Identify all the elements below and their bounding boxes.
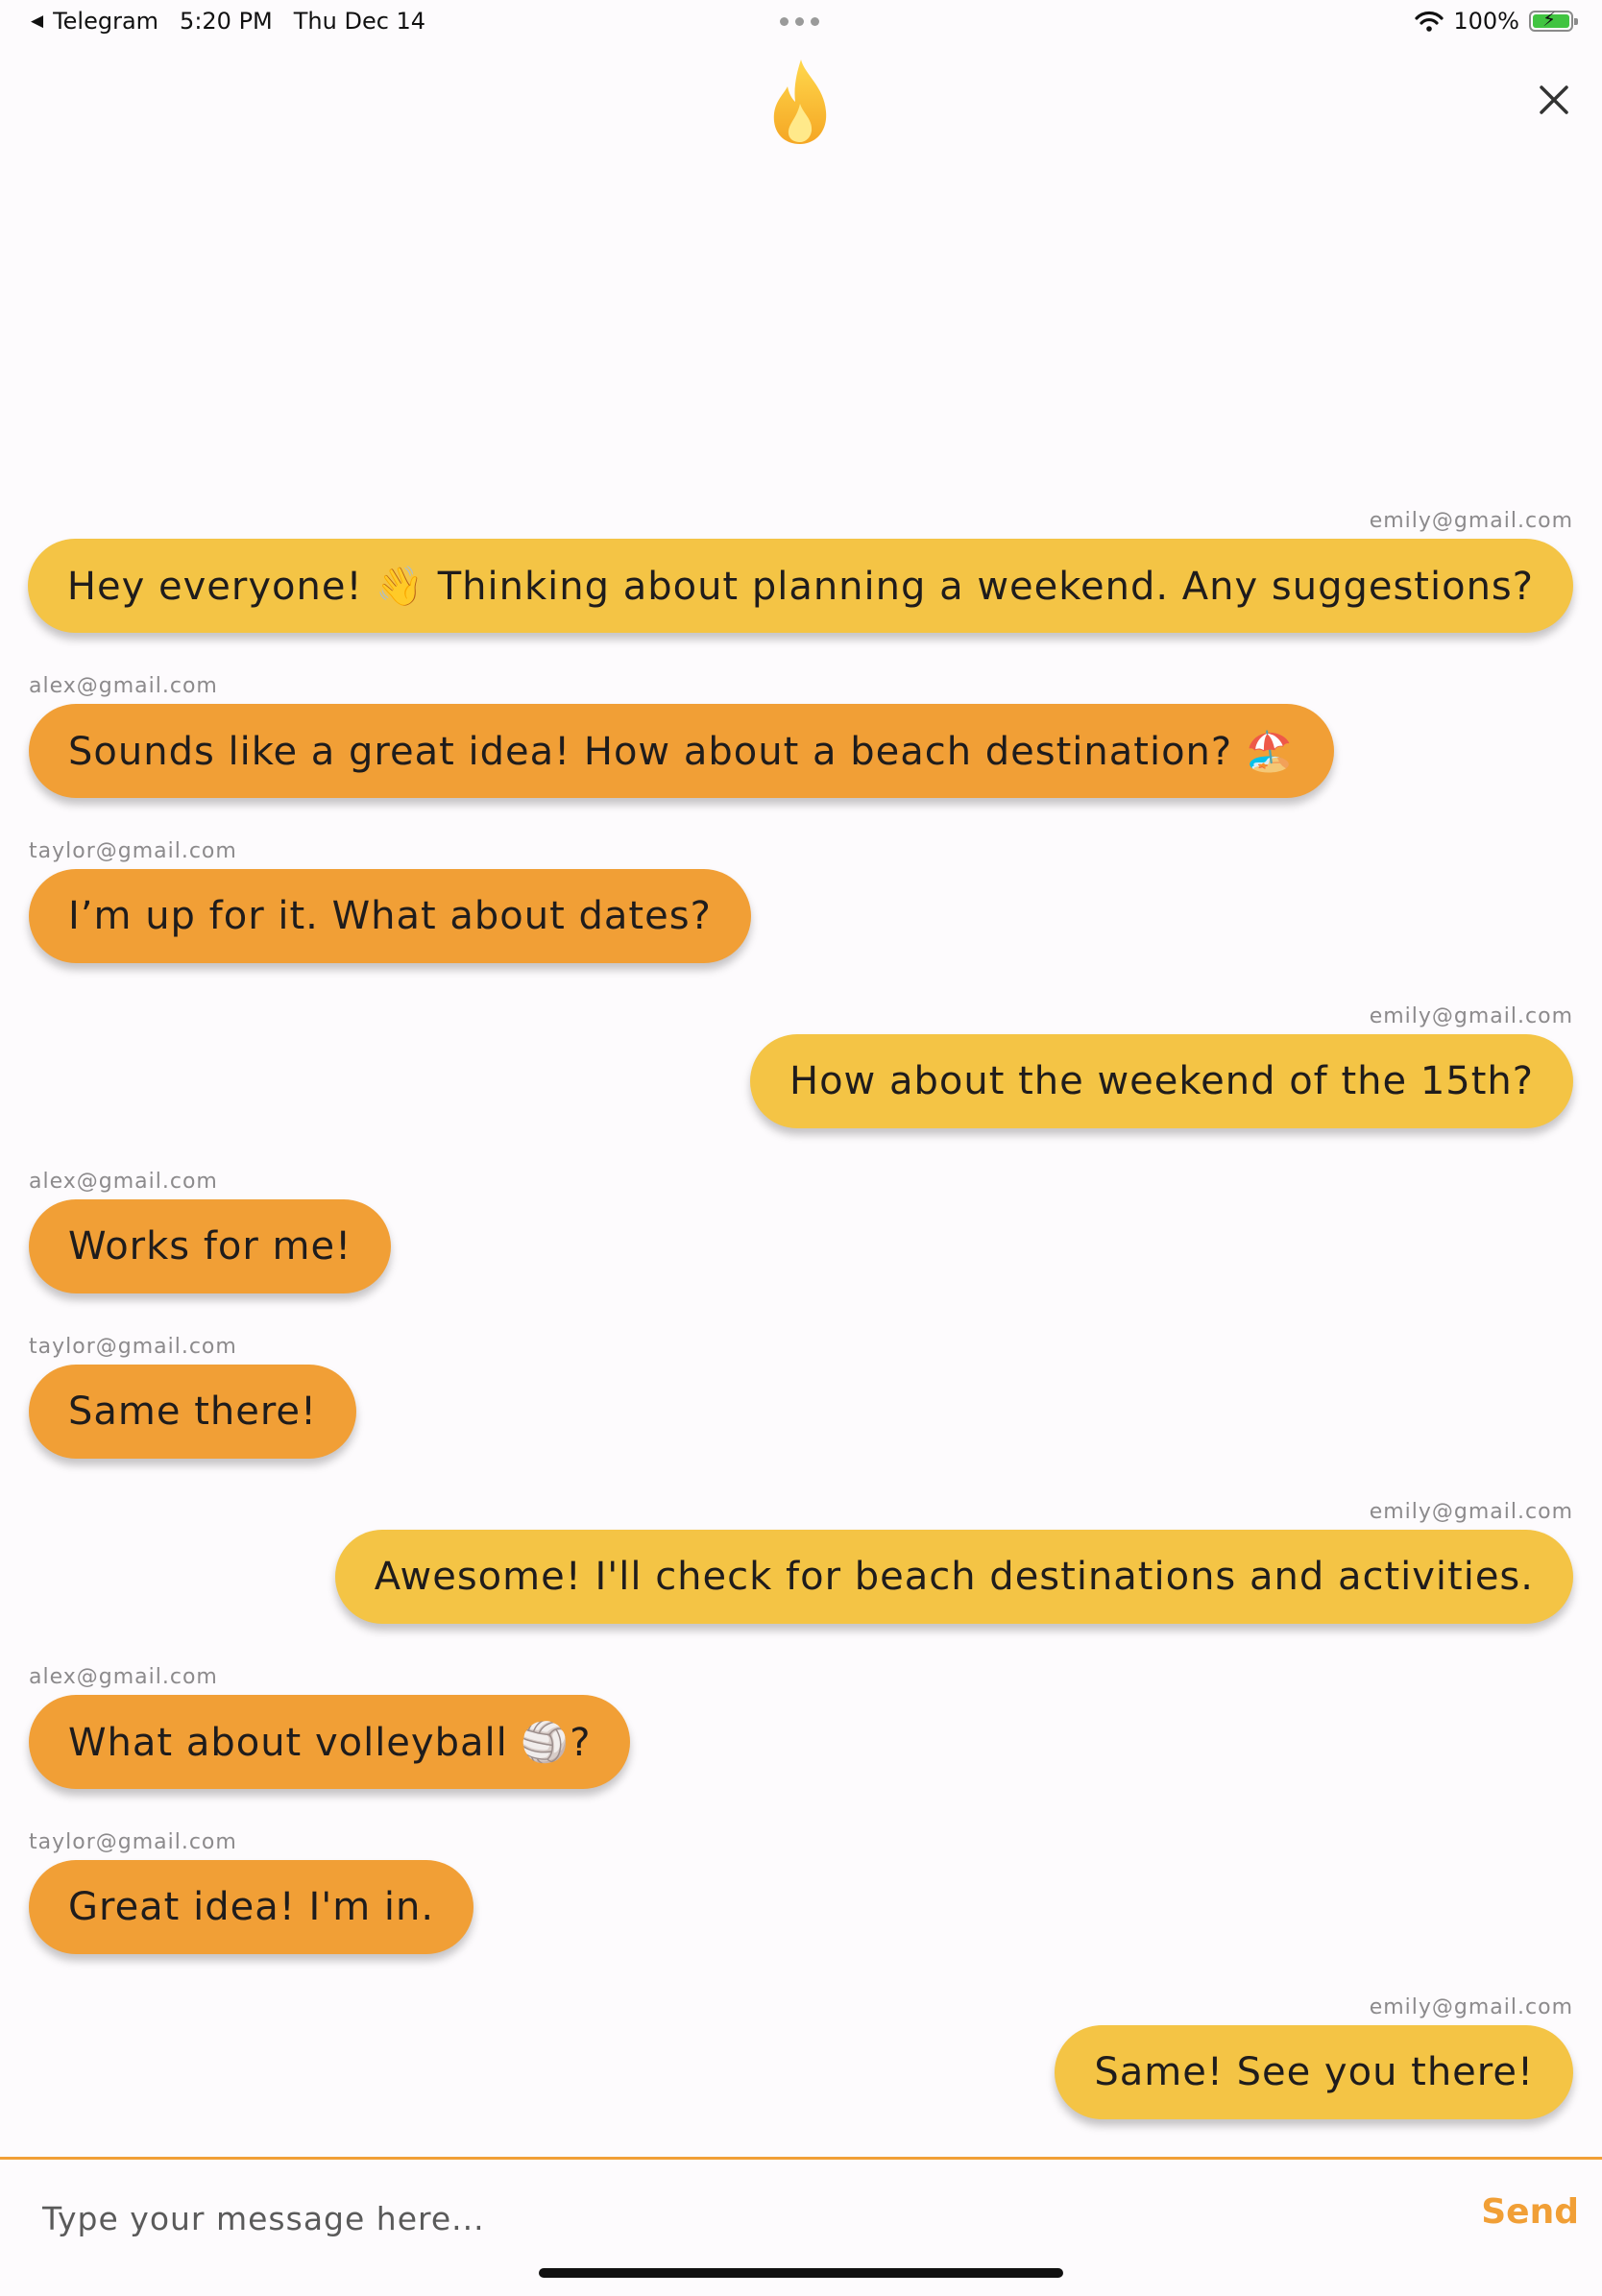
message-item: emily@gmail.com Awesome! I'll check for … — [29, 1500, 1573, 1665]
message-item: emily@gmail.com Hey everyone! 👋 Thinking… — [27, 509, 1573, 674]
message-sender: emily@gmail.com — [1369, 509, 1573, 533]
message-sender: emily@gmail.com — [1369, 1995, 1573, 2019]
battery-percent: 100% — [1453, 8, 1519, 35]
message-item: taylor@gmail.com Great idea! I'm in. — [29, 1830, 1573, 1995]
message-sender: taylor@gmail.com — [29, 1335, 237, 1359]
message-item: alex@gmail.com Works for me! — [29, 1170, 1573, 1335]
message-sender: emily@gmail.com — [1369, 1500, 1573, 1524]
message-list[interactable]: emily@gmail.com Hey everyone! 👋 Thinking… — [27, 509, 1573, 2161]
message-input[interactable] — [40, 2188, 1389, 2248]
message-sender: emily@gmail.com — [1369, 1004, 1573, 1028]
close-icon[interactable] — [1537, 83, 1571, 117]
message-item: taylor@gmail.com I’m up for it. What abo… — [29, 839, 1573, 1004]
message-bubble[interactable]: What about volleyball 🏐? — [29, 1695, 631, 1789]
status-date: Thu Dec 14 — [293, 8, 426, 35]
message-item: emily@gmail.com Same! See you there! — [29, 1995, 1573, 2161]
message-bubble[interactable]: Great idea! I'm in. — [29, 1860, 474, 1954]
message-bubble[interactable]: Same there! — [29, 1365, 357, 1459]
status-bar: ◀ Telegram 5:20 PM Thu Dec 14 100% ⚡ — [0, 0, 1602, 48]
wifi-icon — [1415, 11, 1444, 32]
flame-icon — [773, 60, 827, 144]
back-app-label[interactable]: Telegram — [53, 8, 158, 35]
message-bubble[interactable]: I’m up for it. What about dates? — [29, 869, 751, 963]
back-arrow-icon[interactable]: ◀ — [31, 12, 43, 31]
message-sender: alex@gmail.com — [29, 1665, 218, 1689]
message-sender: alex@gmail.com — [29, 1170, 218, 1194]
multitasking-dots-icon[interactable] — [780, 17, 819, 26]
message-bubble[interactable]: Same! See you there! — [1055, 2025, 1573, 2119]
message-bubble[interactable]: Hey everyone! 👋 Thinking about planning … — [27, 539, 1573, 633]
message-bubble[interactable]: How about the weekend of the 15th? — [750, 1034, 1573, 1128]
message-sender: taylor@gmail.com — [29, 1830, 237, 1854]
status-bar-right: 100% ⚡ — [1415, 8, 1578, 35]
status-time: 5:20 PM — [180, 8, 273, 35]
send-button[interactable]: Send — [1481, 2192, 1579, 2232]
home-indicator[interactable] — [539, 2268, 1063, 2278]
message-sender: taylor@gmail.com — [29, 839, 237, 863]
message-item: alex@gmail.com What about volleyball 🏐? — [29, 1665, 1573, 1830]
message-item: taylor@gmail.com Same there! — [29, 1335, 1573, 1500]
message-bubble[interactable]: Sounds like a great idea! How about a be… — [29, 704, 1334, 798]
message-sender: alex@gmail.com — [29, 674, 218, 698]
message-bubble[interactable]: Works for me! — [29, 1199, 392, 1293]
message-item: emily@gmail.com How about the weekend of… — [29, 1004, 1573, 1170]
message-bubble[interactable]: Awesome! I'll check for beach destinatio… — [334, 1530, 1573, 1624]
message-item: alex@gmail.com Sounds like a great idea!… — [29, 674, 1573, 839]
status-bar-left: ◀ Telegram 5:20 PM Thu Dec 14 — [31, 8, 425, 35]
battery-icon: ⚡ — [1529, 10, 1578, 32]
